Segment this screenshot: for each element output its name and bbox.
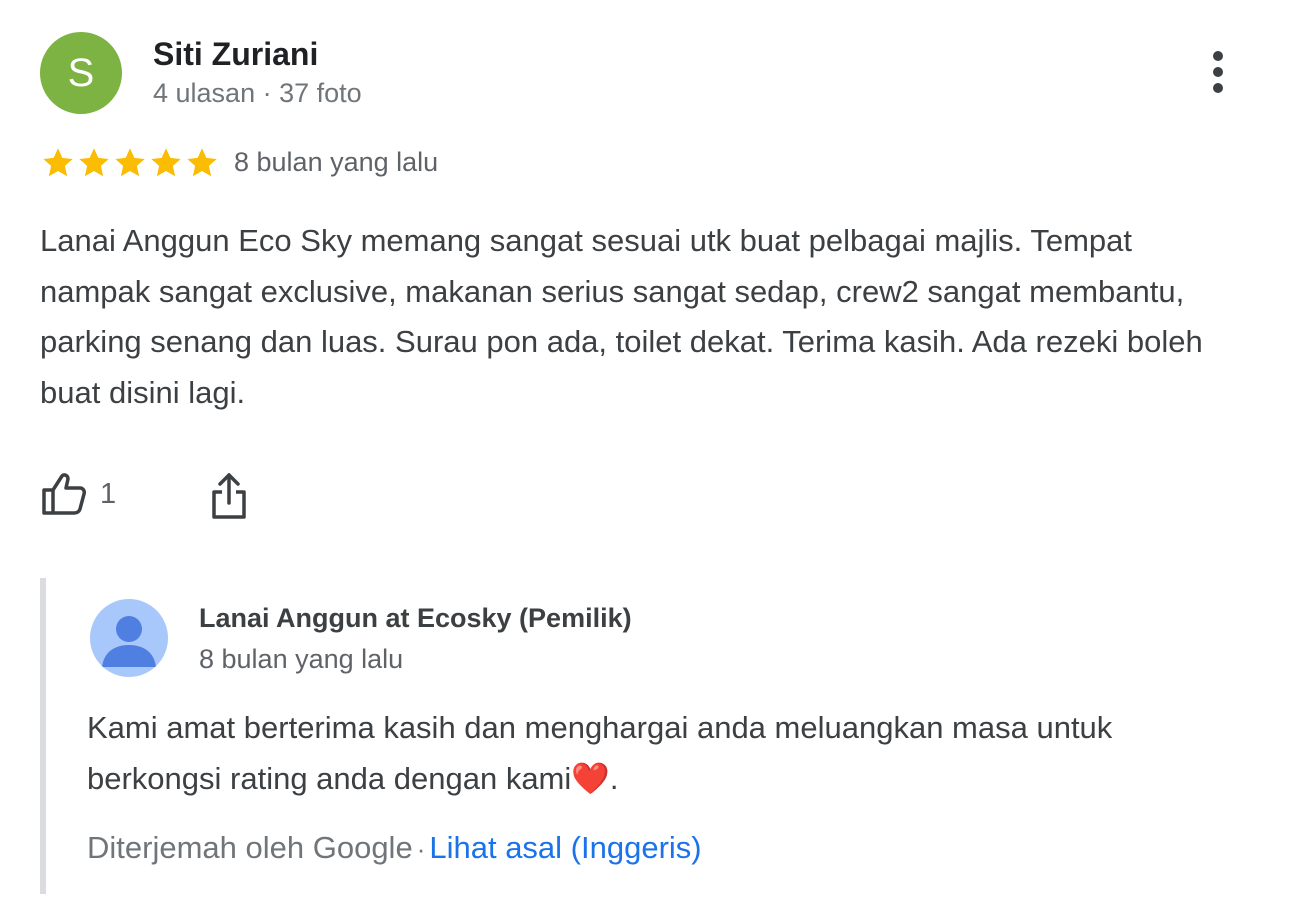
reviewer-avatar[interactable]: S [40,32,122,114]
owner-avatar[interactable] [90,599,168,677]
owner-name[interactable]: Lanai Anggun at Ecosky (Pemilik) [199,603,632,634]
star-icon [115,148,145,177]
dot-separator: · [416,834,426,864]
like-count: 1 [100,477,117,510]
star-icon [79,148,109,177]
translation-line: Diterjemah oleh Google · Lihat asal (Ingge… [87,830,702,866]
view-original-link[interactable]: Lihat asal (Inggeris) [429,830,701,865]
reviewer-meta: 4 ulasan · 37 foto [153,78,362,108]
more-vert-icon [1213,51,1223,93]
person-icon [102,616,156,667]
owner-reply-text: Kami amat berterima kasih dan menghargai… [87,710,1113,796]
review-time: 8 bulan yang lalu [234,147,439,177]
star-icon [187,148,217,177]
owner-reply-time: 8 bulan yang lalu [199,644,404,674]
star-icon [151,148,181,177]
translated-by-label: Diterjemah oleh Google [87,830,413,865]
more-options-button[interactable] [1196,46,1240,98]
star-icon [43,148,73,177]
star-rating [40,145,220,181]
share-button[interactable] [205,468,253,524]
review-text: Lanai Anggun Eco Sky memang sangat sesua… [40,223,1203,410]
owner-reply: Lanai Anggun at Ecosky (Pemilik) 8 bulan… [40,578,1256,894]
like-button[interactable]: 1 [40,466,116,522]
reviewer-name[interactable]: Siti Zuriani [153,36,318,73]
share-icon [212,473,246,519]
thumbs-up-icon [42,473,86,515]
